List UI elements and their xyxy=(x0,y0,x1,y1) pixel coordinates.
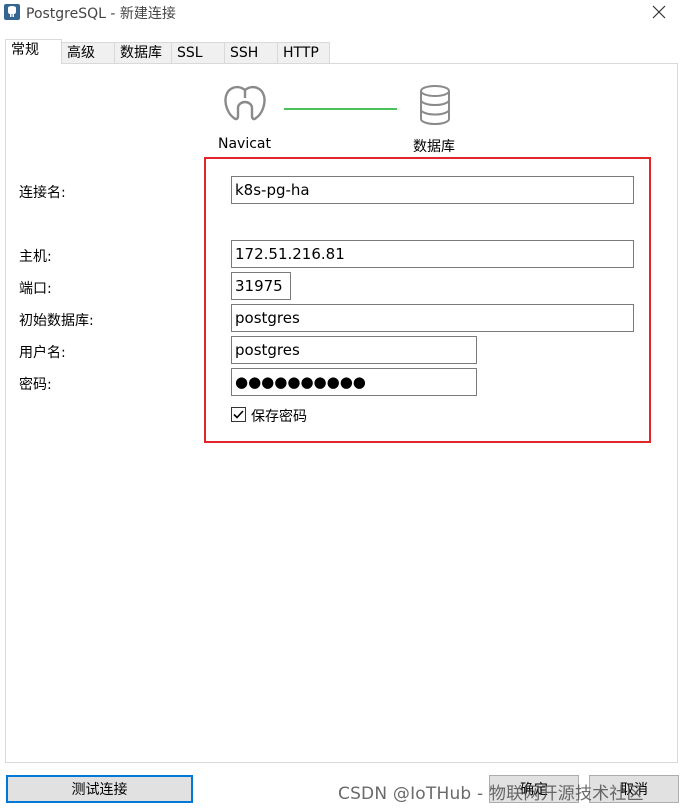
close-button[interactable] xyxy=(641,0,677,24)
tab-advanced[interactable]: 高级 xyxy=(61,42,115,64)
tab-bar: 常规 高级 数据库 SSL SSH HTTP xyxy=(5,39,330,64)
test-connection-button[interactable]: 测试连接 xyxy=(6,775,193,803)
connection-line xyxy=(284,108,397,110)
watermark: CSDN @IoTHub - 物联网开源技术社区 xyxy=(338,784,644,804)
window-title: PostgreSQL - 新建连接 xyxy=(26,6,176,22)
initial-database-label: 初始数据库: xyxy=(19,313,94,329)
navicat-label: Navicat xyxy=(218,136,271,152)
elephant-icon xyxy=(4,4,20,20)
tab-ssh[interactable]: SSH xyxy=(224,42,278,64)
highlight-box xyxy=(204,157,651,443)
port-label: 端口: xyxy=(19,281,52,297)
host-label: 主机: xyxy=(19,249,52,265)
tab-databases[interactable]: 数据库 xyxy=(114,42,172,64)
close-icon xyxy=(652,5,666,19)
tab-http[interactable]: HTTP xyxy=(277,42,330,64)
username-label: 用户名: xyxy=(19,345,66,361)
connection-name-label: 连接名: xyxy=(19,185,66,201)
database-label: 数据库 xyxy=(413,139,455,155)
password-label: 密码: xyxy=(19,377,52,393)
title-bar: PostgreSQL - 新建连接 xyxy=(0,0,683,26)
tab-general[interactable]: 常规 xyxy=(5,39,62,64)
database-icon xyxy=(420,85,450,126)
tab-ssl[interactable]: SSL xyxy=(171,42,225,64)
navicat-logo-icon xyxy=(224,85,266,121)
